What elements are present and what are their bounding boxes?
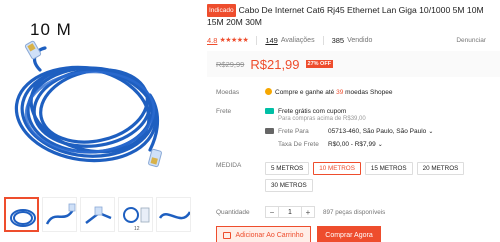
thumbnail-3[interactable] bbox=[80, 197, 115, 232]
ship-to-label: Frete Para bbox=[278, 128, 309, 135]
coins-value: Compre e ganhe até 39 moedas Shopee bbox=[265, 88, 392, 96]
add-to-cart-label: Adicionar Ao Carrinho bbox=[235, 231, 304, 239]
option-30m[interactable]: 30 METROS bbox=[265, 179, 313, 192]
cable-coil-thumb-icon bbox=[10, 209, 36, 227]
thumbnail-1[interactable] bbox=[4, 197, 39, 232]
free-shipping-truck-icon bbox=[265, 108, 274, 114]
decrease-button[interactable]: − bbox=[266, 207, 278, 217]
buy-now-label: Comprar Agora bbox=[325, 231, 373, 239]
option-20m[interactable]: 20 METROS bbox=[416, 162, 465, 175]
rating-row: 4.8 ★★★★★ 149 Avaliações 385 Vendido Den… bbox=[207, 34, 500, 46]
shipping-truck-icon bbox=[265, 128, 274, 134]
divider bbox=[256, 35, 258, 45]
ship-to-value[interactable]: 05713-460, São Paulo, São Paulo ⌄ bbox=[328, 128, 433, 135]
add-to-cart-button[interactable]: Adicionar Ao Carrinho bbox=[216, 226, 311, 242]
quantity-stepper: − 1 + bbox=[265, 206, 315, 218]
reviews-label: Avaliações bbox=[280, 36, 315, 44]
variation-options: 5 METROS 10 METROS 15 METROS 20 METROS 3… bbox=[265, 162, 490, 192]
quantity-row: Quantidade − 1 + 897 peças disponíveis bbox=[216, 206, 500, 218]
thumbnail-5[interactable] bbox=[156, 197, 191, 232]
shopee-coin-icon bbox=[265, 88, 272, 95]
thumbnail-strip: 12 bbox=[0, 197, 200, 237]
thumbnail-4[interactable]: 12 bbox=[118, 197, 153, 232]
rj45-connector-left bbox=[24, 40, 42, 60]
shipping-content: Frete grátis com cupom Para compras acim… bbox=[265, 108, 433, 148]
svg-text:12: 12 bbox=[134, 226, 140, 232]
coins-amount: 39 bbox=[336, 89, 344, 96]
free-shipping-subtitle: Para compras acima de R$39,00 bbox=[278, 116, 366, 122]
ship-to-address: 05713-460, São Paulo, São Paulo bbox=[328, 128, 427, 135]
cable-pack-thumb-icon: 12 bbox=[123, 207, 150, 232]
option-5m[interactable]: 5 METROS bbox=[265, 162, 310, 175]
sold-label: Vendido bbox=[347, 36, 373, 44]
connector-thumb-icon bbox=[85, 206, 112, 224]
chevron-down-icon: ⌄ bbox=[428, 129, 434, 135]
shipping-fee-label: Taxa De Frete bbox=[278, 141, 319, 148]
cart-icon bbox=[223, 231, 232, 239]
ship-to-line: Frete Para 05713-460, São Paulo, São Pau… bbox=[265, 128, 433, 135]
quantity-label: Quantidade bbox=[216, 208, 250, 216]
quantity-input[interactable]: 1 bbox=[278, 207, 302, 217]
cable-alt-thumb-icon bbox=[158, 211, 190, 220]
chevron-down-icon: ⌄ bbox=[377, 142, 383, 148]
free-shipping-line: Frete grátis com cupom bbox=[265, 108, 433, 115]
cable-coil-image bbox=[14, 40, 162, 168]
shipping-fee-amount: R$0,00 - R$7,99 bbox=[328, 141, 376, 148]
product-title-row: Indicado Cabo De Internet Cat6 Rj45 Ether… bbox=[207, 4, 500, 28]
current-price: R$21,99 bbox=[250, 56, 300, 72]
product-info: Indicado Cabo De Internet Cat6 Rj45 Ether… bbox=[207, 0, 500, 218]
main-product-image[interactable]: 10 M bbox=[0, 0, 200, 194]
reviews-count[interactable]: 149 bbox=[265, 36, 278, 45]
option-10m[interactable]: 10 METROS bbox=[313, 162, 361, 175]
discount-badge: 27% OFF bbox=[305, 60, 334, 68]
cable-end-thumb-icon bbox=[45, 203, 76, 225]
product-title: Cabo De Internet Cat6 Rj45 Ethernet Lan … bbox=[207, 5, 484, 27]
option-15m[interactable]: 15 METROS bbox=[364, 162, 413, 175]
rating-score[interactable]: 4.8 bbox=[207, 36, 217, 45]
product-page: 10 M 12 Indicado Cabo De Internet Cat6 R… bbox=[0, 0, 500, 242]
sold-count: 385 bbox=[331, 35, 345, 45]
divider bbox=[322, 35, 324, 45]
shipping-fee-line: Taxa De Frete R$0,00 - R$7,99 ⌄ bbox=[278, 141, 433, 148]
shipping-fee-value[interactable]: R$0,00 - R$7,99 ⌄ bbox=[328, 141, 383, 148]
stock-available: 897 peças disponíveis bbox=[323, 208, 386, 216]
action-buttons: Adicionar Ao Carrinho Comprar Agora bbox=[216, 226, 381, 242]
free-shipping-title: Frete grátis com cupom bbox=[278, 108, 347, 115]
buy-now-button[interactable]: Comprar Agora bbox=[317, 226, 381, 242]
rating-stars-icon: ★★★★★ bbox=[219, 37, 249, 44]
variation-row: MEDIDA 5 METROS 10 METROS 15 METROS 20 M… bbox=[216, 162, 500, 192]
coins-text-before: Compre e ganhe até bbox=[275, 89, 335, 96]
coins-label: Moedas bbox=[216, 88, 240, 96]
variation-label: MEDIDA bbox=[216, 162, 242, 169]
old-price: R$29,99 bbox=[216, 59, 245, 69]
indicado-badge: Indicado bbox=[207, 4, 236, 17]
coins-row: Moedas Compre e ganhe até 39 moedas Shop… bbox=[216, 88, 500, 96]
price-box: R$29,99 R$21,99 27% OFF bbox=[207, 51, 500, 77]
increase-button[interactable]: + bbox=[302, 207, 314, 217]
rj45-connector-right bbox=[148, 148, 162, 168]
shipping-row: Frete Frete grátis com cupom Para compra… bbox=[216, 108, 500, 148]
shipping-label: Frete bbox=[216, 108, 232, 115]
thumbnail-2[interactable] bbox=[42, 197, 77, 232]
coins-text-after: moedas Shopee bbox=[345, 89, 393, 96]
report-link[interactable]: Denunciar bbox=[456, 37, 486, 44]
